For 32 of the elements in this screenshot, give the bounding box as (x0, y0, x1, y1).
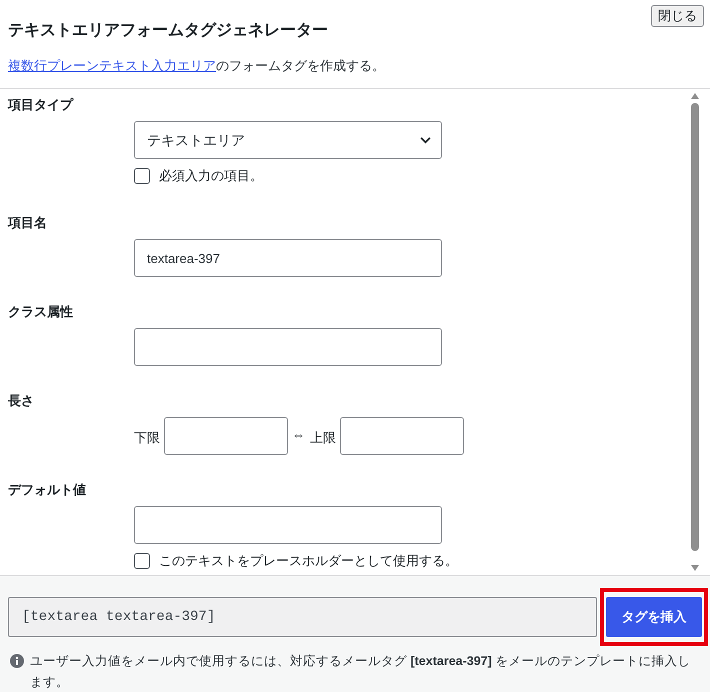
checkbox-label: このテキストをプレースホルダーとして使用する。 (159, 553, 458, 569)
scroll-up-icon[interactable] (691, 93, 699, 99)
input-field[interactable] (164, 417, 288, 455)
checkbox[interactable] (134, 553, 150, 569)
field-label: 長さ (8, 393, 34, 409)
min-label: 下限 (134, 429, 160, 448)
insert-tag-button[interactable]: タグを挿入 (606, 597, 702, 637)
link[interactable]: 複数行プレーンテキスト入力エリア (8, 58, 216, 73)
scrollbar-thumb[interactable] (691, 103, 699, 551)
close-button[interactable]: 閉じる (651, 5, 704, 27)
description-text: 複数行プレーンテキスト入力エリアのフォームタグを作成する。 (8, 58, 385, 74)
field-label: クラス属性 (8, 304, 73, 320)
field-label: 項目タイプ (8, 97, 73, 113)
checkbox[interactable] (134, 168, 150, 184)
tag-code-field[interactable]: [textarea textarea-397] (8, 597, 597, 637)
input-field[interactable] (134, 506, 442, 544)
field-label: 項目名 (8, 215, 47, 231)
separator-symbol: ⇔ (292, 426, 305, 444)
dropdown[interactable]: テキストエリア (134, 121, 442, 159)
scroll-down-icon[interactable] (691, 565, 699, 571)
input-field[interactable] (134, 328, 442, 366)
input-field[interactable]: textarea-397 (134, 239, 442, 277)
input-field[interactable] (340, 417, 464, 455)
info-note: ユーザー入力値をメール内で使用するには、対応するメールタグ [textarea-397] をメールのテンプレートに挿入します。 (30, 653, 692, 691)
chevron-down-icon (420, 136, 431, 144)
tag-code: [textarea textarea-397] (22, 608, 216, 626)
dialog-title: テキストエリアフォームタグジェネレーター (8, 21, 328, 41)
info-icon (10, 654, 24, 668)
max-label: 上限 (310, 429, 336, 448)
dropdown-value: テキストエリア (147, 130, 245, 150)
checkbox-label: 必須入力の項目。 (159, 168, 263, 184)
field-label: デフォルト値 (8, 482, 86, 498)
